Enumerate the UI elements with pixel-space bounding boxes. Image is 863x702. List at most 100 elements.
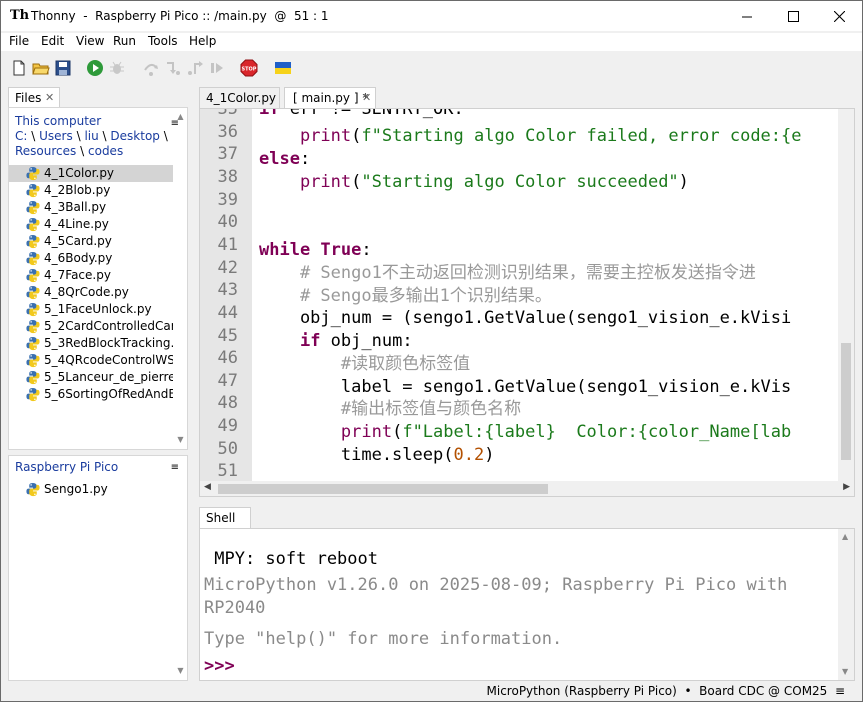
step-over-icon (144, 64, 158, 76)
file-name: Sengo1.py (44, 482, 108, 496)
debug-button[interactable] (108, 59, 126, 77)
file-list-item[interactable]: 4_5Card.py (9, 233, 173, 250)
run-button[interactable] (86, 59, 104, 77)
code-line-48: #输出标签值与颜色名称 (340, 399, 522, 419)
shell-vertical-scrollbar[interactable]: ▲ ▼ (838, 529, 854, 680)
menu-run[interactable]: Run (113, 34, 136, 49)
editor-vertical-scrollbar[interactable] (838, 109, 854, 481)
path-segment[interactable]: liu (84, 129, 98, 143)
scroll-down-arrow[interactable]: ▼ (174, 433, 187, 445)
file-name: 4_8QrCode.py (44, 285, 129, 299)
step-into-button[interactable] (164, 59, 182, 77)
scroll-left-arrow[interactable]: ◀ (204, 482, 211, 492)
tab-4-1color[interactable]: 4_1Color.py (199, 87, 280, 108)
file-list-item[interactable]: 5_5Lanceur_de_pierre.py (9, 369, 173, 386)
file-name: 5_3RedBlockTracking.py (44, 336, 173, 350)
shell-prompt[interactable]: >>> (204, 655, 235, 677)
python-file-icon (26, 268, 40, 283)
scroll-right-arrow[interactable]: ▶ (843, 482, 850, 492)
path-separator: \ (163, 129, 168, 143)
path-separator: \ (80, 144, 85, 158)
shell-panel[interactable]: MPY: soft reboot MicroPython v1.26.0 on … (199, 528, 855, 681)
maximize-button[interactable] (770, 1, 816, 31)
code-editor[interactable]: 35 36 37 38 39 40 41 42 43 44 45 46 47 48 49 50 51 if er… (199, 108, 855, 497)
scroll-down-arrow[interactable]: ▼ (174, 664, 187, 676)
scrollbar-thumb[interactable] (841, 343, 851, 460)
menu-edit[interactable]: Edit (41, 34, 64, 49)
code-area[interactable]: if err != SENTRY_OK: print(f"Starting al… (259, 109, 831, 481)
shell-line: MPY: soft reboot (204, 549, 378, 569)
close-icon[interactable]: ✕ (362, 91, 371, 105)
code-line-41: while True: (259, 240, 372, 260)
device-menu-button[interactable]: ≡ (171, 462, 179, 473)
tab-shell[interactable]: Shell (199, 507, 251, 529)
scroll-down-arrow[interactable]: ▼ (842, 667, 848, 676)
path-drive[interactable]: C: (15, 129, 27, 143)
line-number: 35 (217, 108, 238, 119)
file-list-item[interactable]: 4_6Body.py (9, 250, 173, 267)
stop-button[interactable]: STOP (240, 59, 258, 77)
code-line-49: print(f"Label:{label} Color:{color_Name[… (340, 422, 792, 442)
toolbar: STOP (1, 56, 862, 82)
file-list-item[interactable]: 4_2Blob.py (9, 182, 173, 199)
title-bar: Th Thonny - Raspberry Pi Pico :: /main.p… (1, 1, 862, 31)
code-line-38: print("Starting algo Color succeeded") (299, 172, 689, 192)
close-button[interactable] (816, 1, 862, 31)
scroll-up-arrow[interactable]: ▲ (174, 110, 187, 122)
menu-tools[interactable]: Tools (148, 34, 178, 49)
menu-help[interactable]: Help (189, 34, 216, 49)
close-icon[interactable]: ✕ (45, 91, 54, 105)
file-list-item[interactable]: 5_2CardControlledCar.py (9, 318, 173, 335)
file-list-item[interactable]: 4_3Ball.py (9, 199, 173, 216)
stop-icon: STOP (240, 59, 258, 77)
file-list-item[interactable]: 4_4Line.py (9, 216, 173, 233)
file-name: 4_5Card.py (44, 234, 112, 248)
file-list-item[interactable]: 5_4QRcodeControlWS28 (9, 352, 173, 369)
editor-horizontal-scrollbar[interactable]: ◀ ▶ (200, 481, 854, 496)
tab-files[interactable]: Files ✕ (8, 87, 60, 108)
python-file-icon (26, 302, 40, 317)
python-file-icon (26, 251, 40, 266)
file-name: 5_4QRcodeControlWS28 (44, 353, 173, 367)
minimize-button[interactable] (724, 1, 770, 31)
tab-main-py[interactable]: [ main.py ] * ✕ (284, 87, 376, 109)
code-line-43: # Sengo最多输出1个识别结果。 (299, 286, 552, 306)
step-over-button[interactable] (142, 59, 160, 77)
open-folder-icon (32, 63, 50, 75)
interpreter-status[interactable]: MicroPython (Raspberry Pi Pico) • Board … (487, 684, 845, 698)
open-file-button[interactable] (32, 59, 50, 77)
local-file-list: 4_1Color.py 4_2Blob.py 4_3Ball.py 4_4Line.p… (9, 165, 173, 403)
resume-button[interactable] (208, 59, 226, 77)
path-segment[interactable]: Users (39, 129, 73, 143)
menu-file[interactable]: File (9, 34, 29, 49)
path-segment[interactable]: Resources (15, 144, 76, 158)
file-list-item[interactable]: 5_3RedBlockTracking.py (9, 335, 173, 352)
window-title: Thonny - Raspberry Pi Pico :: /main.py @… (31, 9, 329, 23)
path-this-computer[interactable]: This computer (15, 114, 101, 128)
scrollbar-thumb[interactable] (218, 484, 548, 494)
svg-text:STOP: STOP (242, 67, 257, 73)
path-segment[interactable]: Desktop (110, 129, 160, 143)
path-segment[interactable]: codes (88, 144, 123, 158)
file-list-item[interactable]: 5_6SortingOfRedAndBlu (9, 386, 173, 403)
file-name: 4_4Line.py (44, 217, 109, 231)
file-list-item[interactable]: 4_7Face.py (9, 267, 173, 284)
file-list-item[interactable]: 4_8QrCode.py (9, 284, 173, 301)
file-list-item[interactable]: Sengo1.py (9, 481, 173, 498)
save-button[interactable] (54, 59, 72, 77)
line-number: 44 (217, 302, 238, 323)
scroll-up-arrow[interactable]: ▲ (842, 532, 848, 541)
file-list-item[interactable]: 4_1Color.py (9, 165, 173, 182)
editor-tab-bar: 4_1Color.py [ main.py ] * ✕ (199, 87, 855, 109)
menu-view[interactable]: View (76, 34, 104, 49)
file-name: 4_6Body.py (44, 251, 113, 265)
status-bar: MicroPython (Raspberry Pi Pico) • Board … (1, 681, 862, 701)
line-number: 36 (217, 121, 238, 142)
step-out-button[interactable] (186, 59, 204, 77)
python-file-icon (26, 285, 40, 300)
file-list-item[interactable]: 5_1FaceUnlock.py (9, 301, 173, 318)
line-number: 49 (217, 416, 238, 437)
ukraine-flag-button[interactable] (274, 59, 292, 77)
new-file-button[interactable] (10, 59, 28, 77)
line-number: 43 (217, 280, 238, 301)
